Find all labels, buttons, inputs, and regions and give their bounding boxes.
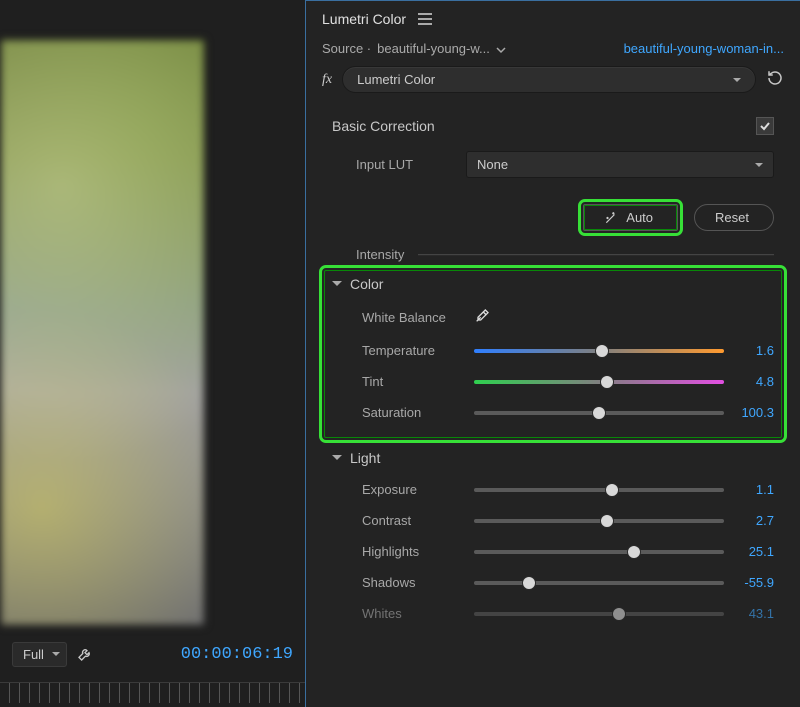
input-lut-value: None [477,157,508,172]
exposure-value[interactable]: 1.1 [728,482,774,497]
preview-pane: Full 00:00:06:19 [0,0,305,707]
panel-title: Lumetri Color [322,11,406,27]
reset-effect-icon[interactable] [766,69,784,90]
panel-menu-icon[interactable] [418,13,432,25]
lumetri-panel: Lumetri Color Source · beautiful-young-w… [305,0,800,707]
auto-button[interactable]: Auto [583,204,678,231]
basic-correction-checkbox[interactable] [756,117,774,135]
color-group-highlight: Color White Balance Temperature 1.6 Tint [324,270,782,438]
clip-name-link[interactable]: beautiful-young-woman-in... [624,41,784,56]
light-group-header[interactable]: Light [332,450,774,474]
temperature-row: Temperature 1.6 [332,335,774,366]
exposure-slider[interactable] [474,483,724,497]
contrast-value[interactable]: 2.7 [728,513,774,528]
chevron-down-icon [332,281,342,291]
eyedropper-icon[interactable] [474,308,490,327]
contrast-slider[interactable] [474,514,724,528]
preview-controls: Full 00:00:06:19 [0,634,305,674]
reset-button-label: Reset [715,210,749,225]
tint-row: Tint 4.8 [332,366,774,397]
shadows-row: Shadows -55.9 [332,567,774,598]
basic-correction-section: Basic Correction Input LUT None Auto Res… [306,103,800,266]
color-group-title: Color [350,276,383,292]
timecode[interactable]: 00:00:06:19 [181,645,293,664]
whites-slider[interactable] [474,607,724,621]
timeline-ruler[interactable] [0,682,305,703]
white-balance-label: White Balance [362,310,470,325]
video-preview[interactable] [0,39,205,626]
saturation-slider[interactable] [474,406,724,420]
intensity-label: Intensity [356,247,404,262]
effect-row: fx Lumetri Color [306,66,800,103]
contrast-row: Contrast 2.7 [332,505,774,536]
reset-button[interactable]: Reset [694,204,774,231]
highlights-value[interactable]: 25.1 [728,544,774,559]
input-lut-select[interactable]: None [466,151,774,178]
exposure-label: Exposure [362,482,470,497]
intensity-slider[interactable] [418,254,774,256]
light-group-title: Light [350,450,380,466]
effect-select-label: Lumetri Color [357,72,435,87]
temperature-value[interactable]: 1.6 [728,343,774,358]
panel-header: Lumetri Color [306,1,800,37]
chevron-down-icon [332,455,342,465]
whites-label: Whites [362,606,470,621]
whites-value[interactable]: 43.1 [728,606,774,621]
highlights-slider[interactable] [474,545,724,559]
contrast-label: Contrast [362,513,470,528]
chevron-down-icon[interactable] [496,43,506,58]
saturation-label: Saturation [362,405,470,420]
exposure-row: Exposure 1.1 [332,474,774,505]
temperature-slider[interactable] [474,344,724,358]
input-lut-label: Input LUT [356,157,456,172]
shadows-value[interactable]: -55.9 [728,575,774,590]
wand-icon [604,211,618,225]
tint-value[interactable]: 4.8 [728,374,774,389]
zoom-select[interactable]: Full [12,642,67,667]
highlights-row: Highlights 25.1 [332,536,774,567]
temperature-label: Temperature [362,343,470,358]
light-group: Light Exposure 1.1 Contrast 2.7 Highligh… [306,438,800,629]
effect-select[interactable]: Lumetri Color [342,66,756,93]
saturation-row: Saturation 100.3 [332,397,774,428]
source-row: Source · beautiful-young-w... beautiful-… [306,37,800,66]
whites-row: Whites 43.1 [332,598,774,629]
tint-slider[interactable] [474,375,724,389]
fx-badge: fx [322,72,332,88]
basic-correction-title: Basic Correction [332,118,435,134]
saturation-value[interactable]: 100.3 [728,405,774,420]
source-name: beautiful-young-w... [377,41,490,56]
shadows-slider[interactable] [474,576,724,590]
color-group-header[interactable]: Color [332,276,774,300]
tint-label: Tint [362,374,470,389]
source-prefix: Source · [322,41,371,56]
highlights-label: Highlights [362,544,470,559]
zoom-select-label: Full [23,647,44,662]
auto-button-label: Auto [626,210,653,225]
shadows-label: Shadows [362,575,470,590]
wrench-icon[interactable] [77,646,93,662]
